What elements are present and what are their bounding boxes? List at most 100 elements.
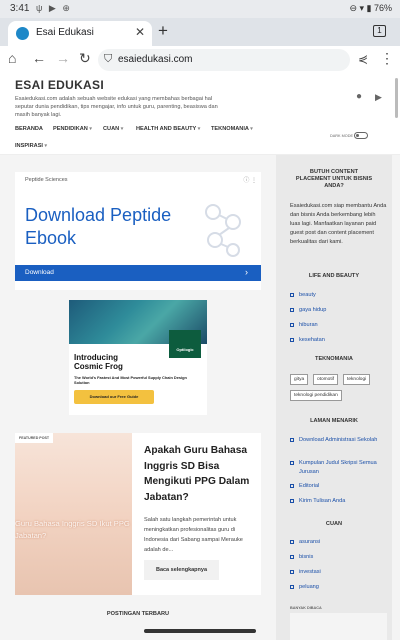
reload-icon[interactable]: ↻ bbox=[79, 50, 91, 67]
item-label: investasi bbox=[299, 569, 321, 575]
nav-cuan[interactable]: CUAN ▾ bbox=[103, 126, 123, 132]
browser-toolbar: ⌂ ← → ↻ ⛉ esaiedukasi.com ⋞ ⋮ bbox=[0, 46, 400, 74]
ad-headline[interactable]: Download Peptide Ebook bbox=[25, 204, 195, 250]
featured-image-text: Guru Bahasa Inggris SD Ikut PPG Jabatan? bbox=[15, 519, 130, 540]
nav-label: TEKNOMANIA bbox=[211, 126, 249, 132]
main-area: Peptide Sciences ⓘ ⋮ Download Peptide Eb… bbox=[0, 154, 400, 640]
bullet-icon bbox=[290, 540, 294, 544]
placement-title: BUTUH CONTENT PLACEMENT UNTUK BISNIS AND… bbox=[295, 169, 373, 189]
nav-label: PENDIDIKAN bbox=[53, 126, 88, 132]
ad-cosmic-frog[interactable]: Optilogic Introducing Cosmic Frog The Wo… bbox=[69, 300, 207, 415]
bullet-icon bbox=[290, 293, 294, 297]
bullet-icon bbox=[290, 484, 294, 488]
address-bar[interactable]: ⛉ esaiedukasi.com bbox=[98, 49, 350, 71]
share-icon[interactable]: ⋞ bbox=[358, 52, 368, 66]
close-tab-icon[interactable]: ✕ bbox=[135, 25, 145, 39]
toggle-knob bbox=[356, 134, 359, 137]
tag-gitya[interactable]: gitya bbox=[290, 374, 309, 385]
bullet-icon bbox=[290, 308, 294, 312]
popular-title: BANYAK DIBACA bbox=[290, 606, 322, 610]
nav-inspirasi[interactable]: INSPIRASI ▾ bbox=[15, 143, 47, 149]
gesture-home-bar[interactable] bbox=[144, 629, 256, 633]
ad-download-button[interactable]: Download › bbox=[15, 265, 261, 281]
bullet-icon bbox=[290, 323, 294, 327]
item-label: Download Administrasi Sekolah bbox=[299, 437, 378, 443]
ad2-headline-line1: Introducing bbox=[74, 353, 118, 362]
dark-mode-toggle[interactable] bbox=[354, 132, 368, 139]
placement-text: Esaiedukasi.com siap membantu Anda dan b… bbox=[290, 203, 387, 245]
optilogic-logo: Optilogic bbox=[169, 330, 201, 358]
dark-mode-label: DARK MODE bbox=[330, 134, 353, 138]
status-time: 3:41 bbox=[10, 3, 30, 14]
featured-image[interactable]: Guru Bahasa Inggris SD Ikut PPG Jabatan? bbox=[15, 433, 132, 595]
bullet-icon bbox=[290, 438, 294, 442]
teknomania-title: TEKNOMANIA bbox=[315, 356, 353, 362]
ad-info-icon[interactable]: ⓘ ⋮ bbox=[243, 175, 257, 184]
featured-excerpt: Salah satu langkah pemerintah untuk meni… bbox=[144, 517, 243, 553]
chevron-right-icon: › bbox=[245, 267, 248, 277]
bullet-icon bbox=[290, 338, 294, 342]
chevron-down-icon: ▾ bbox=[197, 126, 201, 132]
nav-beranda[interactable]: BERANDA bbox=[15, 126, 43, 132]
item-label: Editorial bbox=[299, 483, 320, 489]
tag-teknologi[interactable]: teknologi bbox=[343, 374, 371, 385]
featured-post-card[interactable]: Guru Bahasa Inggris SD Ikut PPG Jabatan?… bbox=[15, 433, 261, 595]
sidebar: BUTUH CONTENT PLACEMENT UNTUK BISNIS AND… bbox=[276, 155, 392, 640]
item-label: bisnis bbox=[299, 554, 314, 560]
item-label: beauty bbox=[299, 292, 316, 298]
site-info-icon[interactable]: ⛉ bbox=[104, 53, 112, 66]
browser-tab[interactable]: Esai Edukasi ✕ bbox=[8, 21, 152, 46]
back-icon[interactable]: ← bbox=[32, 50, 46, 66]
system-icons: ⊖ ▾ ▮ bbox=[349, 3, 372, 13]
read-more-button[interactable]: Baca selengkapnya bbox=[144, 560, 219, 580]
item-label: asuransi bbox=[299, 539, 321, 545]
nav-teknomania[interactable]: TEKNOMANIA ▾ bbox=[211, 126, 253, 132]
ad2-subtitle: The World's Fastest And Most Powerful Su… bbox=[74, 375, 187, 385]
new-tab-icon[interactable]: + bbox=[158, 21, 168, 41]
bullet-icon bbox=[290, 555, 294, 559]
latest-posts-title: POSTINGAN TERBARU bbox=[106, 611, 170, 617]
cuan-title: CUAN bbox=[325, 521, 343, 527]
youtube-icon[interactable]: ▶ bbox=[375, 92, 382, 103]
ad2-headline-line2: Cosmic Frog bbox=[74, 362, 123, 371]
laman-menarik-title: LAMAN MENARIK bbox=[310, 418, 358, 424]
notification-icons: ψ ▶ ⊕ bbox=[36, 3, 72, 13]
bullet-icon bbox=[290, 461, 294, 465]
bullet-icon bbox=[290, 585, 294, 589]
nav-label: INSPIRASI bbox=[15, 143, 43, 149]
featured-title[interactable]: Apakah Guru Bahasa Inggris SD Bisa Mengi… bbox=[144, 443, 256, 505]
chevron-down-icon: ▾ bbox=[44, 143, 48, 149]
life-beauty-title: LIFE AND BEAUTY bbox=[308, 273, 360, 279]
ad-sponsor: Peptide Sciences bbox=[25, 177, 68, 183]
bullet-icon bbox=[290, 499, 294, 503]
nav-health-beauty[interactable]: HEALTH AND BEAUTY ▾ bbox=[136, 126, 200, 132]
facebook-icon[interactable]: ● bbox=[356, 91, 362, 102]
nav-label: HEALTH AND BEAUTY bbox=[136, 126, 197, 132]
item-label: peluang bbox=[299, 584, 319, 590]
ad-peptide[interactable]: Peptide Sciences ⓘ ⋮ Download Peptide Eb… bbox=[15, 172, 261, 290]
site-description: Esaiedukasi.com adalah sebuah website ed… bbox=[15, 96, 218, 119]
url-text: esaiedukasi.com bbox=[118, 54, 193, 65]
item-label: hiburan bbox=[299, 322, 318, 328]
nav-pendidikan[interactable]: PENDIDIKAN ▾ bbox=[53, 126, 92, 132]
forward-icon[interactable]: → bbox=[56, 50, 70, 66]
site-favicon-icon bbox=[16, 27, 29, 40]
popular-post-box[interactable] bbox=[290, 613, 387, 640]
web-page: ESAI EDUKASI Esaiedukasi.com adalah sebu… bbox=[0, 74, 400, 640]
home-icon[interactable]: ⌂ bbox=[8, 50, 16, 66]
item-label: gaya hidup bbox=[299, 307, 327, 313]
chevron-down-icon: ▾ bbox=[120, 126, 124, 132]
menu-icon[interactable]: ⋮ bbox=[380, 50, 394, 67]
tab-title: Esai Edukasi bbox=[36, 27, 94, 38]
ad2-download-button[interactable]: Download our Free Guide bbox=[74, 390, 154, 404]
site-title[interactable]: ESAI EDUKASI bbox=[15, 78, 104, 92]
nav-label: CUAN bbox=[103, 126, 120, 132]
tab-switcher-button[interactable]: 1 bbox=[373, 25, 386, 37]
nav-label: BERANDA bbox=[15, 126, 43, 132]
tab-strip: Esai Edukasi ✕ + 1 bbox=[0, 18, 400, 46]
tag-otomotif[interactable]: otomotif bbox=[313, 374, 339, 385]
page-scrollbar[interactable] bbox=[395, 78, 398, 118]
chevron-down-icon: ▾ bbox=[89, 126, 92, 132]
chevron-down-icon: ▾ bbox=[250, 126, 253, 132]
tag-teknologi-pendidikan[interactable]: teknologi pendidikan bbox=[290, 390, 342, 401]
